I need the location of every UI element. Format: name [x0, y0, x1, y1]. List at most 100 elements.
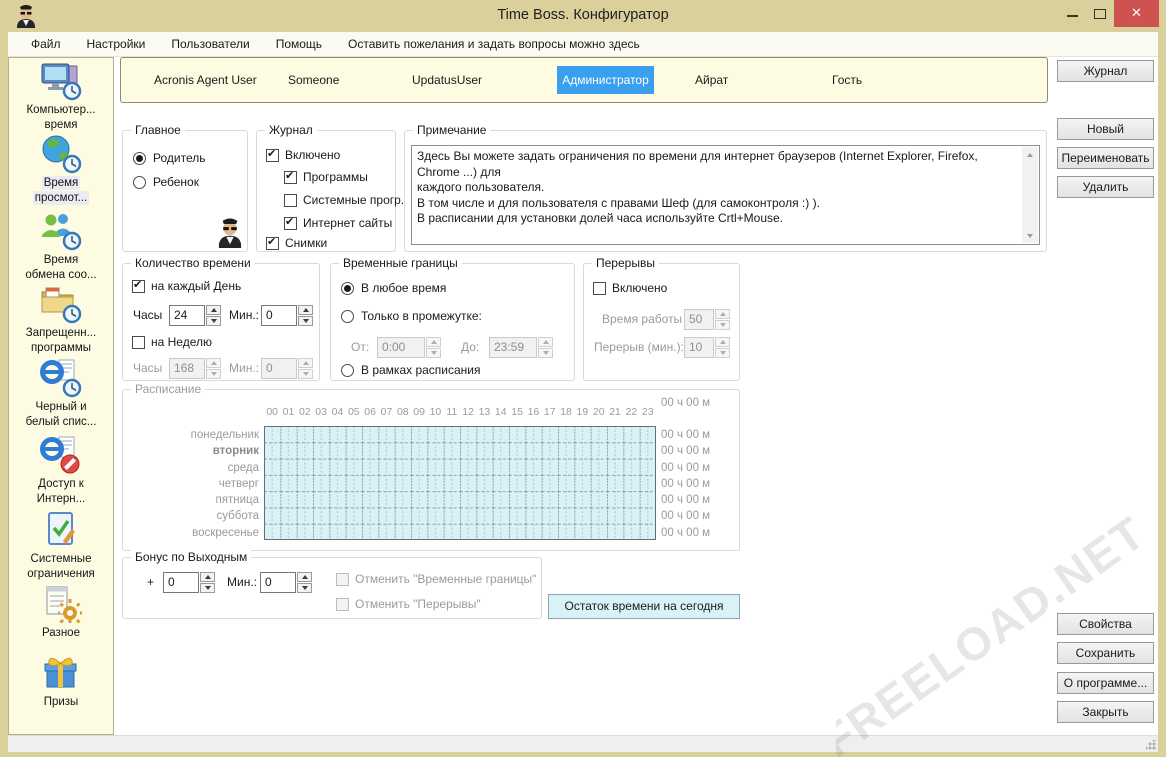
sidebar-item-label: Интерн...	[35, 492, 87, 506]
spin-down-icon[interactable]	[298, 316, 313, 326]
menu-help[interactable]: Помощь	[263, 32, 335, 56]
week-min-spinner: 0	[261, 358, 313, 379]
spin-up-icon[interactable]	[298, 305, 313, 315]
journal-sites-checkbox[interactable]	[284, 217, 297, 230]
note-text: Здесь Вы можете задать ограничения по вр…	[417, 149, 1017, 227]
journal-snapshots-label: Снимки	[285, 236, 327, 251]
parent-radio[interactable]	[133, 152, 146, 165]
window-title: Time Boss. Конфигуратор	[0, 0, 1166, 31]
note-line: В том числе и для пользователя с правами…	[417, 196, 1017, 212]
scroll-down-icon[interactable]	[1022, 228, 1038, 243]
by-schedule-radio[interactable]	[341, 364, 354, 377]
spin-down-icon	[426, 348, 441, 358]
user-item[interactable]: Айрат	[695, 58, 728, 102]
journal-snapshots-checkbox[interactable]	[266, 237, 279, 250]
note-textarea[interactable]: Здесь Вы можете задать ограничения по вр…	[411, 145, 1040, 245]
note-line: каждого пользователя.	[417, 180, 1017, 196]
journal-programs-checkbox[interactable]	[284, 171, 297, 184]
save-button[interactable]: Сохранить	[1057, 642, 1154, 664]
journal-button[interactable]: Журнал	[1057, 60, 1154, 82]
sidebar-item-browse-time[interactable]: Время просмот...	[11, 134, 111, 205]
sidebar-item-prizes[interactable]: Призы	[11, 653, 111, 709]
user-item[interactable]: Someone	[288, 58, 339, 102]
menu-settings[interactable]: Настройки	[74, 32, 159, 56]
spin-up-icon[interactable]	[200, 572, 215, 582]
user-item[interactable]: Гость	[832, 58, 862, 102]
day-hours-label: Часы	[133, 308, 162, 323]
sidebar-item-label: Запрещенн...	[24, 326, 98, 340]
menu-feedback[interactable]: Оставить пожелания и задать вопросы можн…	[335, 32, 653, 56]
remaining-time-button[interactable]: Остаток времени на сегодня	[548, 594, 740, 619]
week-min-value: 0	[261, 358, 297, 379]
journal-enabled-checkbox[interactable]	[266, 149, 279, 162]
schedule-total: 00 ч 00 м	[661, 395, 710, 411]
from-value: 0:00	[377, 337, 425, 358]
menu-users[interactable]: Пользователи	[158, 32, 262, 56]
user-item[interactable]: Acronis Agent User	[154, 58, 257, 102]
new-button[interactable]: Новый	[1057, 118, 1154, 140]
breaks-enabled-checkbox[interactable]	[593, 282, 606, 295]
interval-radio[interactable]	[341, 310, 354, 323]
sidebar-item-label: Разное	[40, 626, 82, 640]
spin-down-icon	[538, 348, 553, 358]
cancel-limits-label: Отменить "Временные границы"	[355, 572, 536, 587]
day-label-thursday: четверг	[129, 476, 259, 492]
sidebar-item-label: белый спис...	[24, 415, 99, 429]
any-time-radio[interactable]	[341, 282, 354, 295]
about-button[interactable]: О программе...	[1057, 672, 1154, 694]
day-total: 00 ч 00 м	[661, 492, 710, 508]
sidebar-item-system-restrictions[interactable]: Системные ограничения	[11, 510, 111, 581]
maximize-button[interactable]	[1086, 0, 1114, 27]
scroll-up-icon[interactable]	[1022, 147, 1038, 162]
bonus-min-value[interactable]: 0	[260, 572, 296, 593]
day-hours-spinner[interactable]: 24	[169, 305, 221, 326]
user-list-panel: Acronis Agent User Someone UpdatusUser А…	[120, 57, 1048, 103]
day-min-value[interactable]: 0	[261, 305, 297, 326]
day-hours-value[interactable]: 24	[169, 305, 205, 326]
spin-down-icon[interactable]	[297, 583, 312, 593]
spin-up-icon[interactable]	[297, 572, 312, 582]
spin-down-icon[interactable]	[200, 583, 215, 593]
group-schedule-title: Расписание	[131, 382, 205, 396]
close-button[interactable]: ✕	[1114, 0, 1159, 27]
bonus-hours-value[interactable]: 0	[163, 572, 199, 593]
day-min-spinner[interactable]: 0	[261, 305, 313, 326]
journal-system-checkbox[interactable]	[284, 194, 297, 207]
week-min-label: Мин.:	[229, 361, 259, 376]
sidebar-item-black-white-list[interactable]: Черный и белый спис...	[11, 358, 111, 429]
schedule-hour-labels: 0001020304050607080910111213141516171819…	[264, 406, 656, 418]
resize-grip[interactable]	[1146, 740, 1156, 750]
sidebar-item-internet-access[interactable]: Доступ к Интерн...	[11, 435, 111, 506]
user-item-selected[interactable]: Администратор	[557, 66, 654, 94]
user-item[interactable]: UpdatusUser	[412, 58, 482, 102]
globe-clock-icon	[39, 134, 83, 174]
sidebar-item-computer-time[interactable]: Компьютер... время	[11, 61, 111, 132]
spin-up-icon	[426, 337, 441, 347]
boss-avatar-icon	[215, 216, 245, 248]
menu-file[interactable]: Файл	[18, 32, 74, 56]
sidebar-item-messaging-time[interactable]: Время обмена соо...	[11, 211, 111, 282]
bonus-hours-spinner[interactable]: 0	[163, 572, 215, 593]
minimize-button[interactable]	[1058, 0, 1086, 27]
cancel-limits-checkbox	[336, 573, 349, 586]
per-day-checkbox[interactable]	[132, 280, 145, 293]
sidebar-item-blocked-programs[interactable]: Запрещенн... программы	[11, 284, 111, 355]
note-scrollbar[interactable]	[1022, 147, 1038, 243]
sidebar-item-misc[interactable]: Разное	[11, 584, 111, 640]
close-app-button[interactable]: Закрыть	[1057, 701, 1154, 723]
spin-up-icon[interactable]	[206, 305, 221, 315]
spin-down-icon[interactable]	[206, 316, 221, 326]
week-hours-value: 168	[169, 358, 205, 379]
child-radio[interactable]	[133, 176, 146, 189]
properties-button[interactable]: Свойства	[1057, 613, 1154, 635]
rename-button[interactable]: Переименовать	[1057, 147, 1154, 169]
cancel-breaks-label: Отменить "Перерывы"	[355, 597, 481, 612]
per-week-checkbox[interactable]	[132, 336, 145, 349]
group-weekend-bonus-title: Бонус по Выходным	[131, 550, 251, 564]
bonus-min-spinner[interactable]: 0	[260, 572, 312, 593]
schedule-grid[interactable]	[264, 426, 656, 540]
delete-button[interactable]: Удалить	[1057, 176, 1154, 198]
group-breaks: Перерывы Включено Время работы 50 Переры…	[583, 263, 740, 381]
group-time-limits: Временные границы В любое время Только в…	[330, 263, 575, 381]
bonus-plus-label: +	[147, 575, 154, 590]
